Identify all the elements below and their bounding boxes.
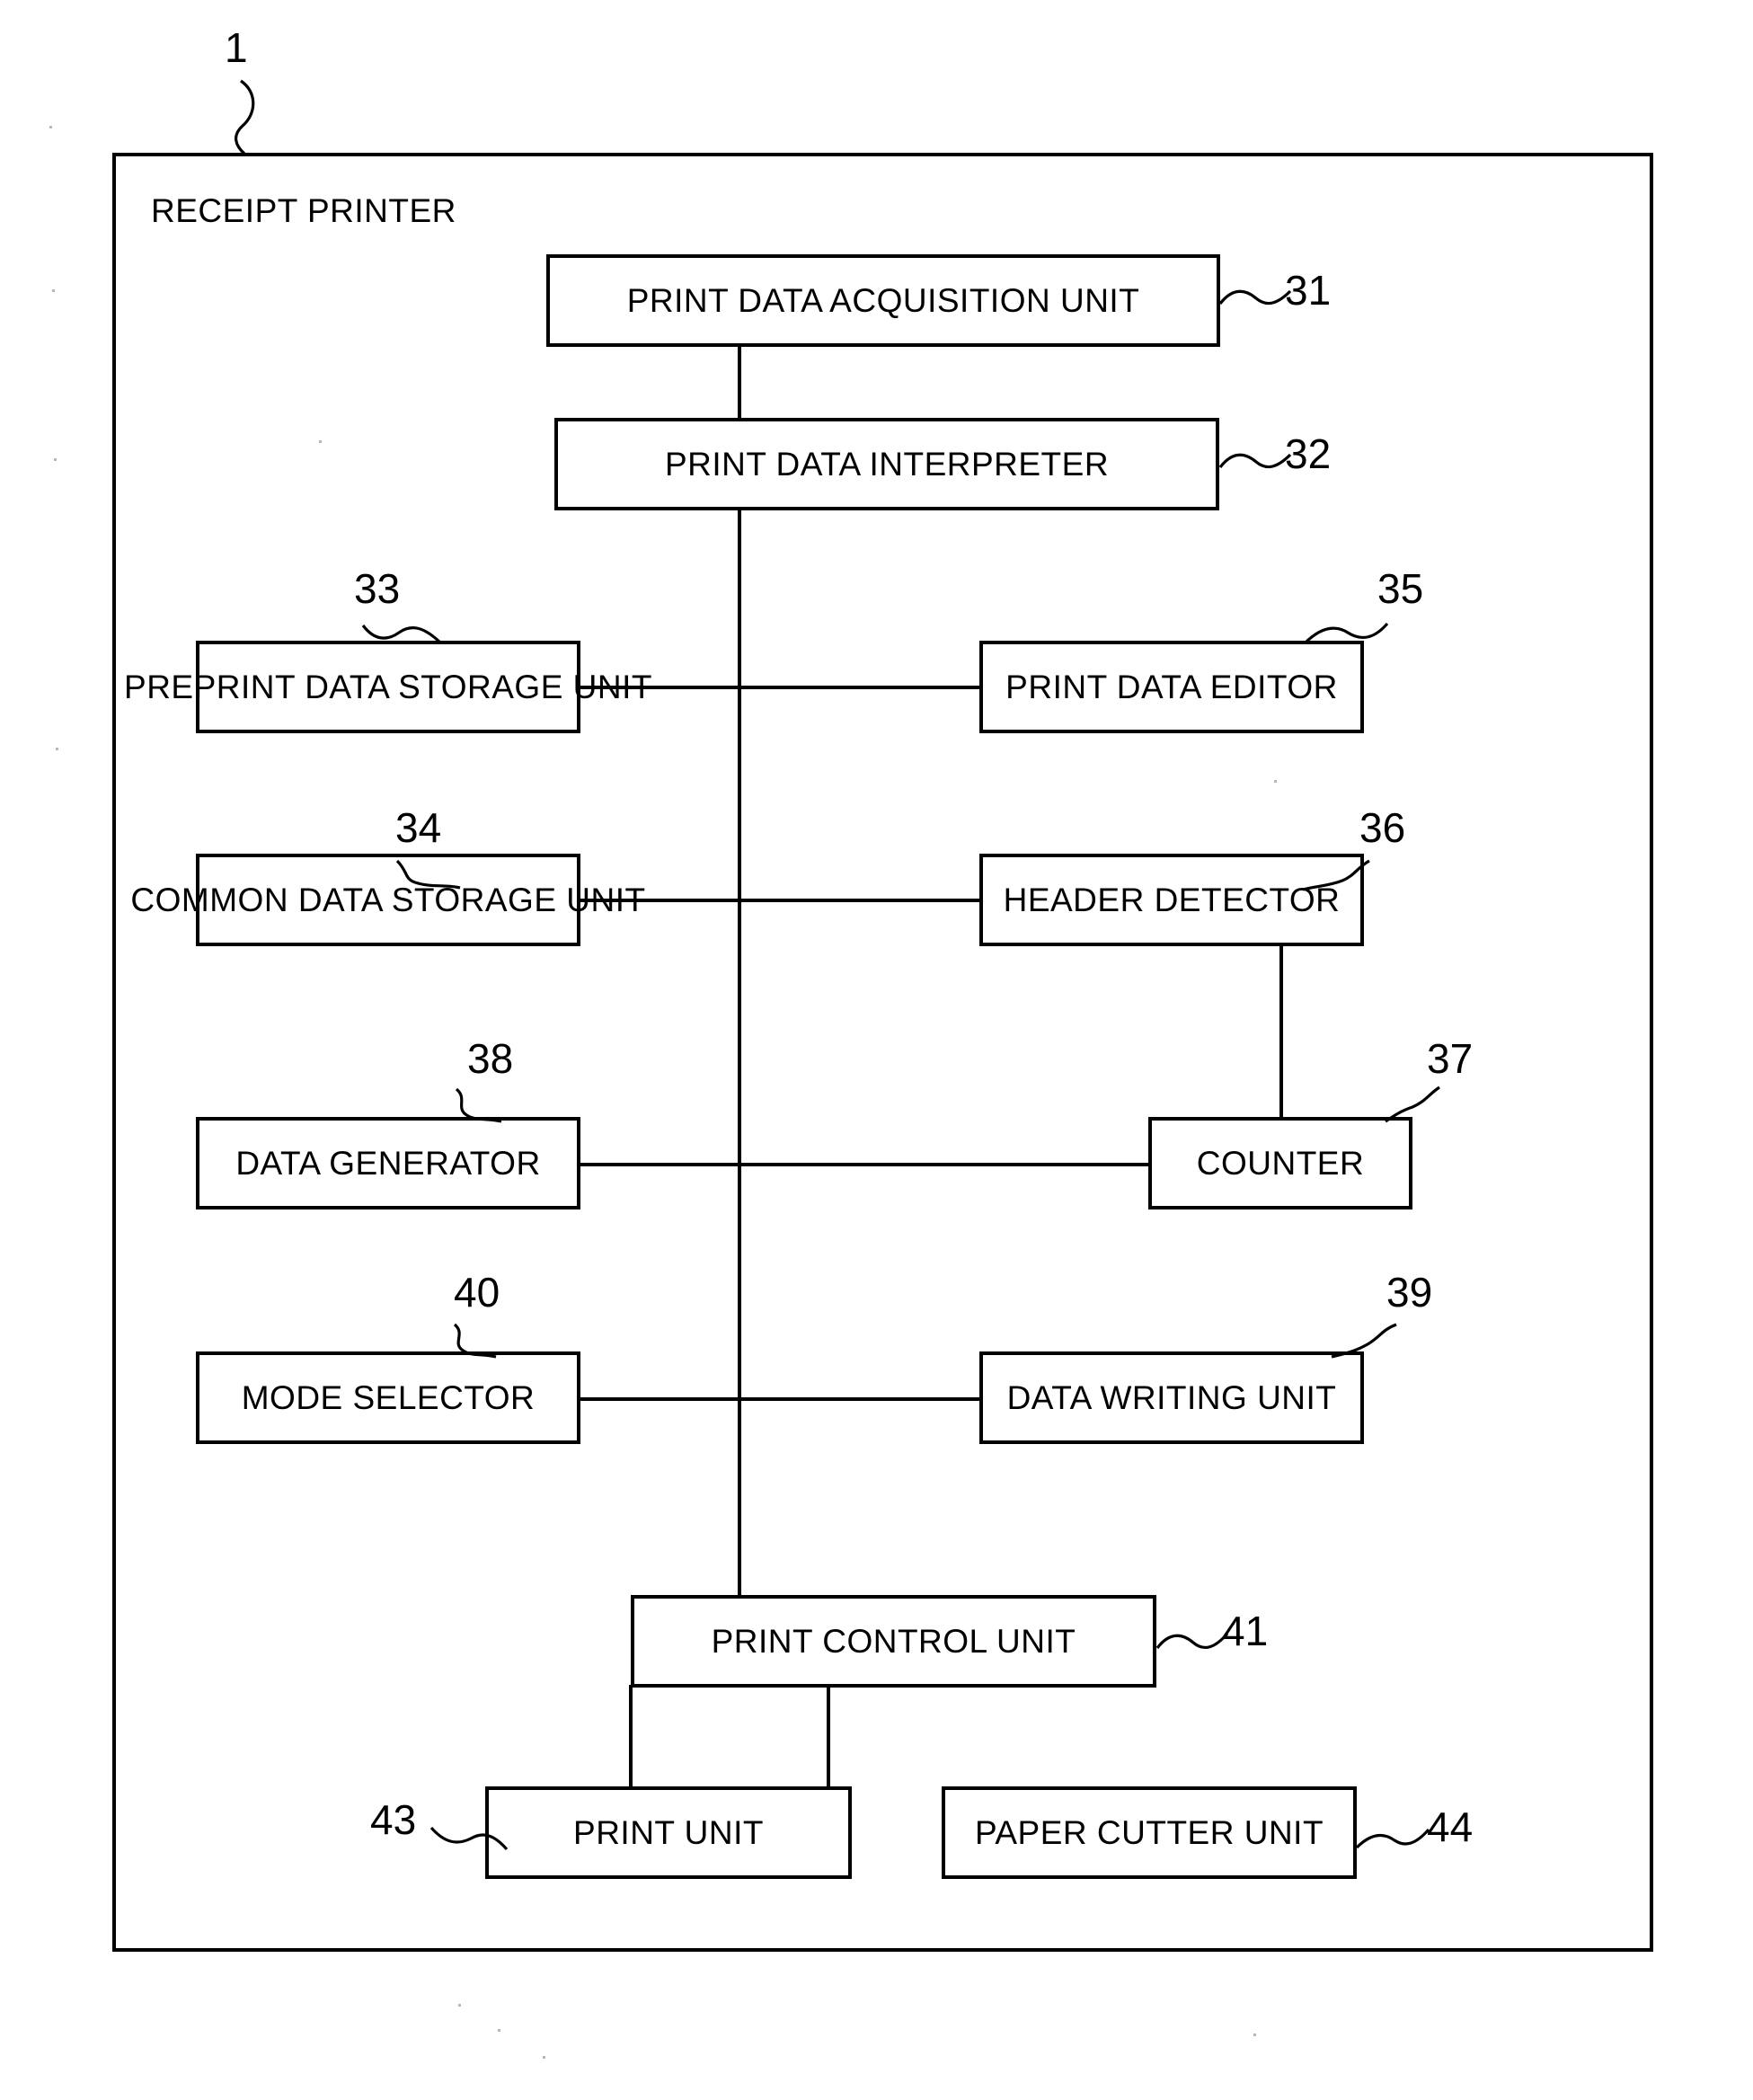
connector-36-to-37 <box>1279 945 1283 1118</box>
block-label: PAPER CUTTER UNIT <box>974 1814 1324 1851</box>
scan-speck <box>49 126 52 128</box>
block-print-data-editor[interactable]: PRINT DATA EDITOR <box>979 641 1364 733</box>
block-data-generator[interactable]: DATA GENERATOR <box>196 1117 580 1209</box>
leader-line-38 <box>455 1087 502 1123</box>
reference-numeral-31: 31 <box>1285 267 1332 314</box>
block-label: PRINT CONTROL UNIT <box>711 1623 1076 1660</box>
reference-numeral-41: 41 <box>1222 1608 1269 1654</box>
block-label: HEADER DETECTOR <box>1003 882 1341 918</box>
leader-line-33 <box>361 625 442 644</box>
connector-38-to-37 <box>577 1163 1148 1166</box>
block-common-data-storage-unit[interactable]: COMMON DATA STORAGE UNIT <box>130 854 645 946</box>
scan-speck <box>543 2056 545 2059</box>
block-label: PRINT DATA ACQUISITION UNIT <box>626 282 1140 319</box>
block-label: DATA WRITING UNIT <box>1006 1379 1337 1416</box>
leader-line-44 <box>1355 1828 1430 1849</box>
block-label: PREPRINT DATA STORAGE UNIT <box>124 669 652 705</box>
patent-figure: 1 RECEIPT PRINTER PRINT DATA ACQUISITION… <box>0 0 1753 2100</box>
leader-line-40 <box>453 1323 497 1359</box>
scan-speck <box>1253 2034 1256 2036</box>
connector-40-to-39 <box>577 1397 981 1401</box>
block-label: PRINT DATA INTERPRETER <box>664 446 1110 483</box>
block-label: PRINT UNIT <box>573 1814 764 1851</box>
block-label: COMMON DATA STORAGE UNIT <box>130 882 646 918</box>
block-preprint-data-storage-unit[interactable]: PREPRINT DATA STORAGE UNIT <box>124 641 651 733</box>
block-label: MODE SELECTOR <box>241 1379 536 1416</box>
block-print-unit[interactable]: PRINT UNIT <box>485 1786 852 1879</box>
reference-numeral-43: 43 <box>370 1796 417 1843</box>
leader-line-43 <box>429 1826 509 1851</box>
leader-line-37 <box>1385 1085 1440 1123</box>
reference-numeral-36: 36 <box>1359 804 1406 851</box>
block-counter[interactable]: COUNTER <box>1148 1117 1412 1209</box>
connector-31-to-32 <box>738 347 741 421</box>
block-print-data-interpreter[interactable]: PRINT DATA INTERPRETER <box>554 418 1219 510</box>
block-label: COUNTER <box>1196 1145 1365 1182</box>
block-label: DATA GENERATOR <box>235 1145 541 1182</box>
enclosure-title: RECEIPT PRINTER <box>151 192 456 229</box>
reference-numeral-34: 34 <box>395 804 442 851</box>
leader-line-34 <box>395 859 461 890</box>
scan-speck <box>458 2004 461 2007</box>
reference-numeral-38: 38 <box>467 1035 514 1082</box>
reference-numeral-39: 39 <box>1386 1269 1433 1316</box>
reference-numeral-1: 1 <box>225 24 248 71</box>
connector-41-to-44 <box>827 1685 830 1786</box>
block-paper-cutter-unit[interactable]: PAPER CUTTER UNIT <box>942 1786 1357 1879</box>
leader-line-36 <box>1302 859 1370 891</box>
reference-numeral-37: 37 <box>1427 1035 1474 1082</box>
connector-41-to-43 <box>629 1685 633 1786</box>
leader-line-39 <box>1331 1323 1397 1359</box>
leader-line-1 <box>235 79 255 155</box>
reference-numeral-40: 40 <box>454 1269 500 1316</box>
reference-numeral-33: 33 <box>354 565 401 612</box>
block-print-control-unit[interactable]: PRINT CONTROL UNIT <box>631 1595 1156 1688</box>
scan-speck <box>52 289 55 292</box>
block-mode-selector[interactable]: MODE SELECTOR <box>196 1351 580 1444</box>
scan-speck <box>54 458 57 461</box>
reference-numeral-32: 32 <box>1285 430 1332 477</box>
reference-numeral-44: 44 <box>1427 1803 1474 1850</box>
block-label: PRINT DATA EDITOR <box>1005 669 1338 705</box>
scan-speck <box>56 748 58 750</box>
scan-speck <box>498 2029 500 2032</box>
main-vertical-bus <box>738 510 741 1598</box>
block-data-writing-unit[interactable]: DATA WRITING UNIT <box>979 1351 1364 1444</box>
leader-line-35 <box>1303 622 1389 645</box>
block-print-data-acquisition-unit[interactable]: PRINT DATA ACQUISITION UNIT <box>546 254 1220 347</box>
reference-numeral-35: 35 <box>1377 565 1424 612</box>
